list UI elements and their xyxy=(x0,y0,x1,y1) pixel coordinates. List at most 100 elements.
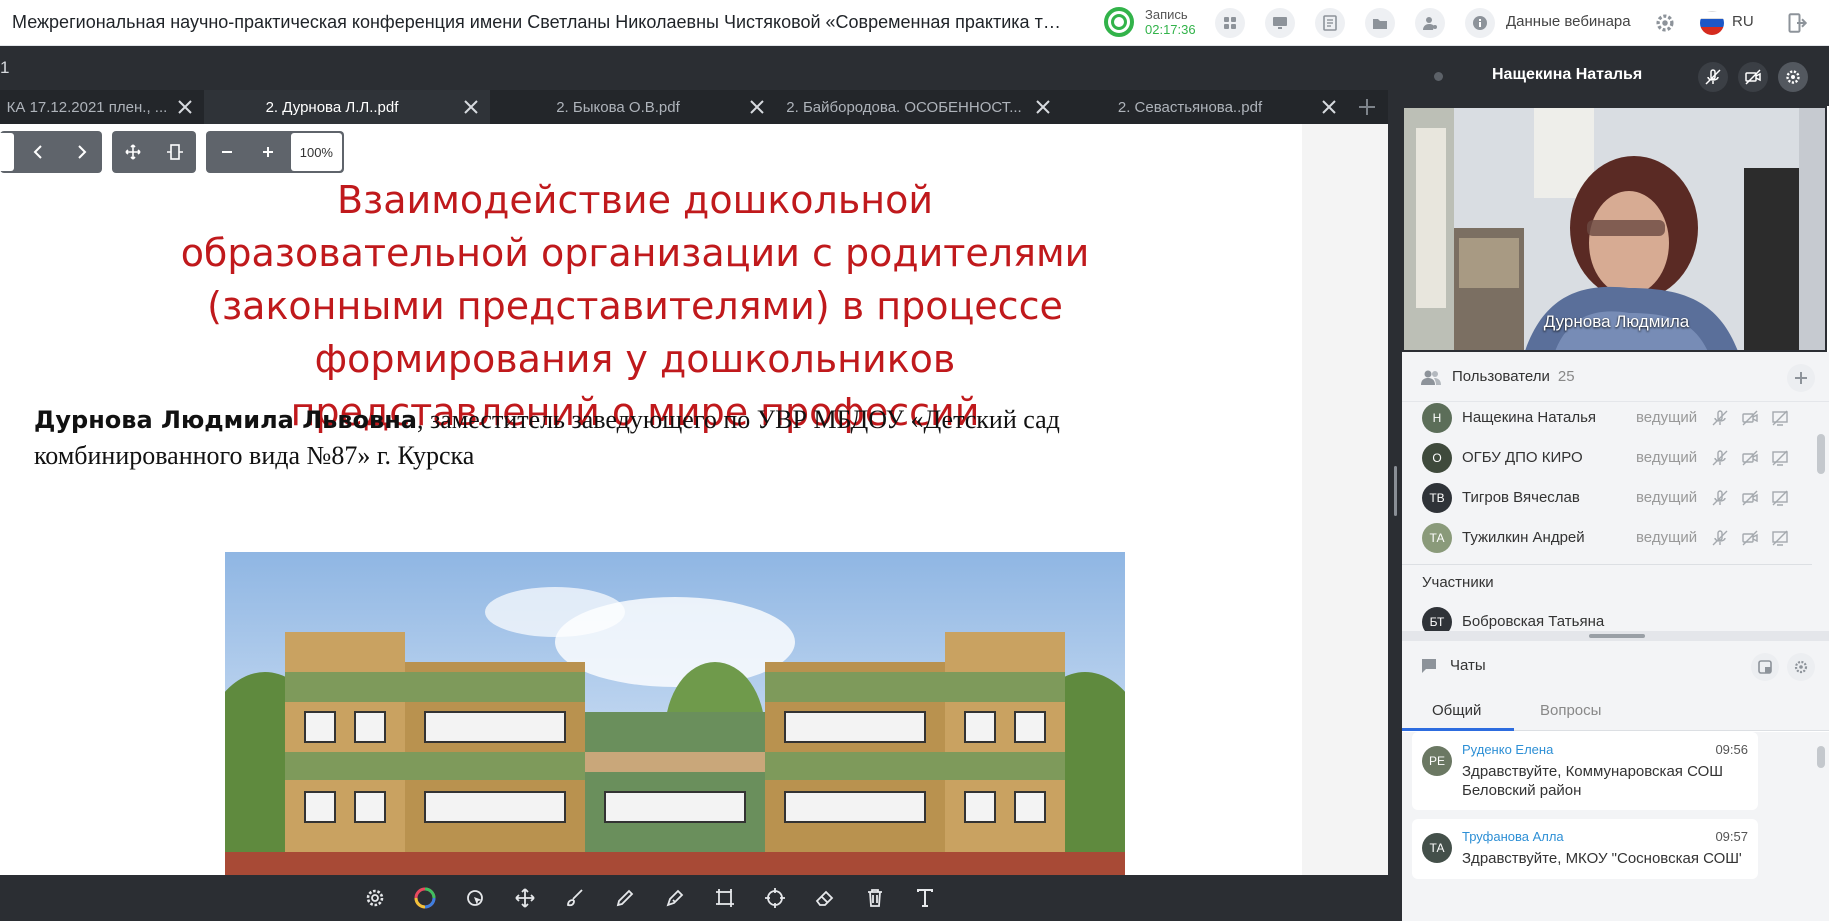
avatar: ТА xyxy=(1422,523,1452,553)
user-name: Нащекина Наталья xyxy=(1462,409,1597,426)
scroll-thumb[interactable] xyxy=(1817,746,1825,768)
user-role: ведущий xyxy=(1636,529,1698,546)
chevron-left-icon xyxy=(33,145,42,159)
status-dot xyxy=(1434,72,1443,81)
panel-divider[interactable] xyxy=(1402,631,1829,641)
screen-share-off-icon[interactable] xyxy=(1770,528,1790,548)
panel-splitter[interactable] xyxy=(1388,46,1402,921)
camera-off-icon[interactable] xyxy=(1740,408,1760,428)
screen-share-button[interactable] xyxy=(1265,8,1295,38)
tab-document-5[interactable]: 2. Севастьянова..pdf xyxy=(1062,90,1348,124)
right-panel: Нащекина Наталья Дурнова Людмила Пользов… xyxy=(1402,46,1829,921)
chat-options-button[interactable] xyxy=(1751,653,1779,681)
tool-text[interactable] xyxy=(913,886,937,910)
page-input[interactable] xyxy=(0,133,14,171)
splitter-handle[interactable] xyxy=(1394,466,1397,516)
avatar: О xyxy=(1422,443,1452,473)
message-text: Здравствуйте, Коммунаровская СОШ Беловск… xyxy=(1462,763,1723,799)
crop-icon xyxy=(716,889,734,907)
message-author[interactable]: Руденко Елена xyxy=(1462,742,1553,757)
screen-share-off-icon[interactable] xyxy=(1770,448,1790,468)
pencil-icon xyxy=(616,889,634,907)
close-icon[interactable] xyxy=(748,98,766,116)
zoom-in-button[interactable] xyxy=(247,131,288,173)
camera-off-icon[interactable] xyxy=(1740,448,1760,468)
camera-off-button[interactable] xyxy=(1738,62,1768,92)
recording-indicator[interactable]: Запись 02:17:36 xyxy=(1104,7,1196,37)
eraser-icon xyxy=(815,890,834,906)
user-row[interactable]: ТА Тужилкин Андрей ведущий xyxy=(1402,518,1812,558)
folder-icon xyxy=(1373,19,1387,29)
exit-button[interactable] xyxy=(1782,8,1812,38)
close-icon[interactable] xyxy=(1034,98,1052,116)
user-row[interactable]: БТ Бобровская Татьяна xyxy=(1402,602,1812,631)
tool-color[interactable] xyxy=(413,886,437,910)
exit-icon xyxy=(1788,13,1807,33)
screen-share-off-icon[interactable] xyxy=(1770,488,1790,508)
user-row[interactable]: Н Нащекина Наталья ведущий xyxy=(1402,402,1812,438)
notes-button[interactable] xyxy=(1315,8,1345,38)
tool-pencil[interactable] xyxy=(613,886,637,910)
add-user-button[interactable] xyxy=(1787,364,1815,392)
tool-pen[interactable] xyxy=(663,886,687,910)
mic-off-icon[interactable] xyxy=(1710,448,1730,468)
tab-document-4[interactable]: 2. Байбородова. ОСОБЕННОСТ... xyxy=(776,90,1062,124)
previous-page-button[interactable] xyxy=(18,131,60,173)
tool-pointer[interactable] xyxy=(463,886,487,910)
user-role: ведущий xyxy=(1636,489,1698,506)
color-wheel-icon xyxy=(414,887,436,909)
tool-delete[interactable] xyxy=(863,886,887,910)
tab-general[interactable]: Общий xyxy=(1432,702,1481,719)
info-button[interactable] xyxy=(1465,8,1495,38)
mute-button[interactable] xyxy=(1698,62,1728,92)
tab-document-2[interactable]: 2. Дурнова Л.Л..pdf xyxy=(204,90,490,124)
mic-off-icon[interactable] xyxy=(1710,408,1730,428)
user-role: ведущий xyxy=(1636,409,1698,426)
tab-document-3[interactable]: 2. Быкова О.В.pdf xyxy=(490,90,776,124)
zoom-level[interactable]: 100% xyxy=(290,133,342,171)
tab-document-1[interactable]: КА 17.12.2021 плен., ... xyxy=(0,90,204,124)
language-selector[interactable]: RU xyxy=(1732,13,1754,30)
tab-questions[interactable]: Вопросы xyxy=(1540,702,1601,719)
mic-off-icon[interactable] xyxy=(1710,528,1730,548)
user-row[interactable]: О ОГБУ ДПО КИРО ведущий xyxy=(1402,438,1812,478)
close-icon[interactable] xyxy=(462,98,480,116)
tool-move[interactable] xyxy=(513,886,537,910)
brush-icon xyxy=(567,889,583,907)
tool-target[interactable] xyxy=(763,886,787,910)
settings-button[interactable] xyxy=(1650,8,1680,38)
tool-settings[interactable] xyxy=(363,886,387,910)
tool-eraser[interactable] xyxy=(813,886,837,910)
fit-page-button[interactable] xyxy=(112,131,154,173)
scroll-thumb[interactable] xyxy=(1817,434,1825,474)
screen-share-off-icon[interactable] xyxy=(1770,408,1790,428)
gear-icon xyxy=(366,889,384,907)
chat-scrollbar[interactable] xyxy=(1816,732,1826,921)
video-settings-button[interactable] xyxy=(1778,62,1808,92)
chevron-right-icon xyxy=(78,145,87,159)
zoom-out-button[interactable] xyxy=(206,131,247,173)
info-icon xyxy=(1473,16,1487,30)
message-author[interactable]: Труфанова Алла xyxy=(1462,829,1564,844)
mic-off-icon[interactable] xyxy=(1710,488,1730,508)
files-button[interactable] xyxy=(1365,8,1395,38)
drawing-toolbar xyxy=(0,875,1388,921)
chats-title: Чаты xyxy=(1450,657,1486,674)
chat-settings-button[interactable] xyxy=(1787,653,1815,681)
camera-off-icon[interactable] xyxy=(1740,488,1760,508)
tool-brush[interactable] xyxy=(563,886,587,910)
camera-off-icon[interactable] xyxy=(1740,528,1760,548)
add-tab-icon[interactable] xyxy=(1356,96,1378,118)
divider-handle[interactable] xyxy=(1589,634,1645,638)
close-icon[interactable] xyxy=(1320,98,1338,116)
webinar-data-link[interactable]: Данные вебинара xyxy=(1506,13,1631,30)
users-scrollbar[interactable] xyxy=(1816,402,1826,631)
russia-flag-icon[interactable] xyxy=(1700,11,1724,35)
fit-width-button[interactable] xyxy=(154,131,196,173)
tool-shape[interactable] xyxy=(713,886,737,910)
next-page-button[interactable] xyxy=(60,131,102,173)
close-icon[interactable] xyxy=(176,98,194,116)
user-row[interactable]: ТВ Тигров Вячеслав ведущий xyxy=(1402,478,1812,518)
apps-button[interactable] xyxy=(1215,8,1245,38)
user-settings-button[interactable] xyxy=(1415,8,1445,38)
